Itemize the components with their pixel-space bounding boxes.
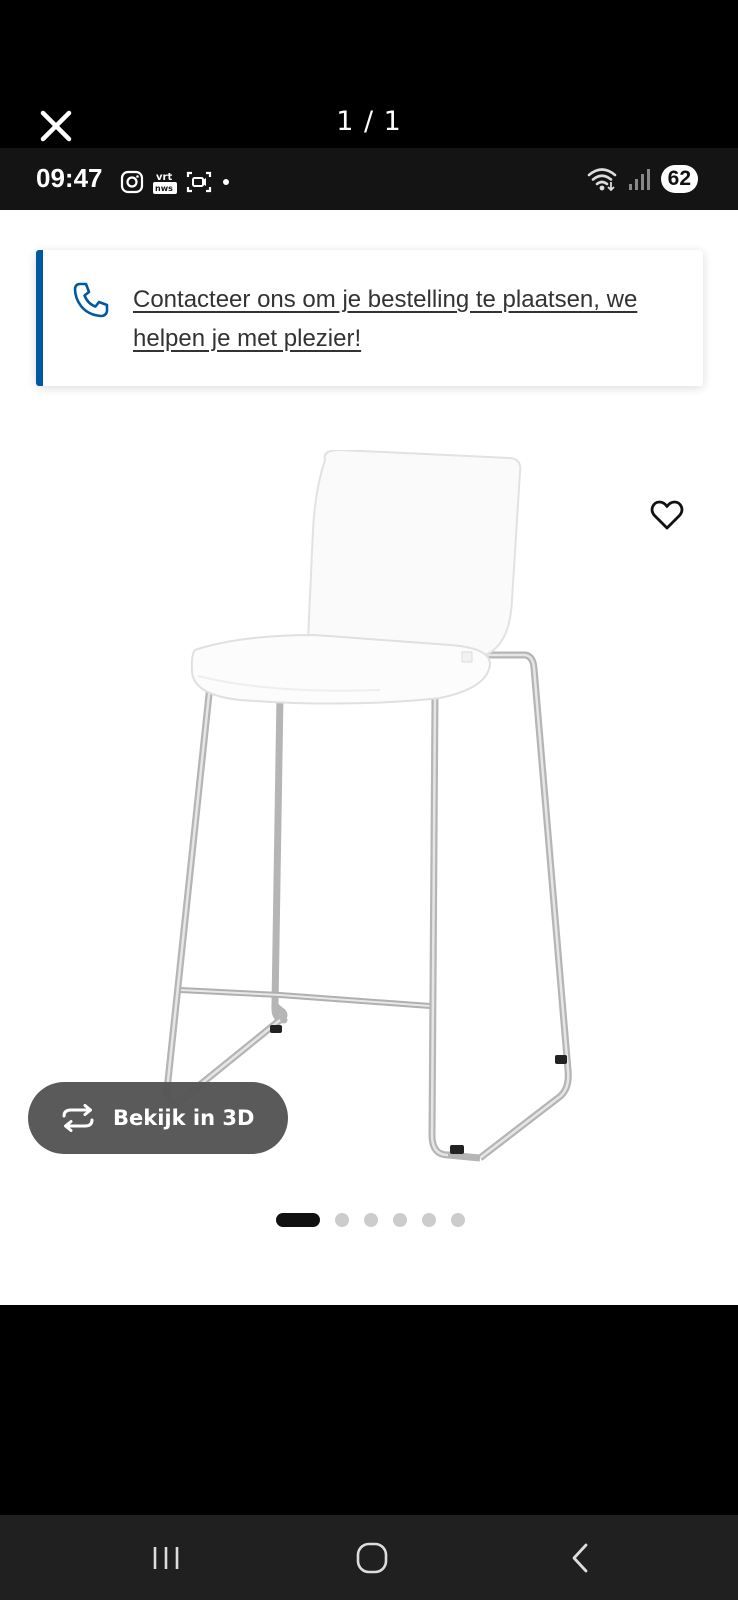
back-button[interactable] [555, 1533, 605, 1583]
carousel-dot[interactable] [422, 1213, 436, 1227]
recent-apps-icon [153, 1547, 179, 1569]
back-icon [572, 1543, 588, 1573]
rotate-3d-icon [62, 1104, 94, 1132]
status-time: 09:47 [36, 163, 103, 193]
carousel-dot[interactable] [364, 1213, 378, 1227]
vrt-nws-icon: vrt nws [153, 172, 177, 194]
viewer-bottom-area [0, 1305, 738, 1515]
screen-recorder-icon [186, 171, 212, 193]
home-icon [356, 1542, 388, 1574]
status-notification-icons: vrt nws [120, 169, 232, 195]
carousel-indicator [276, 1213, 465, 1227]
battery-indicator: 62 [660, 165, 698, 193]
image-counter: 1 / 1 [336, 106, 402, 137]
signal-icon [628, 169, 650, 190]
home-button[interactable] [347, 1533, 397, 1583]
carousel-dot[interactable] [451, 1213, 465, 1227]
carousel-dot[interactable] [276, 1213, 320, 1227]
wifi-icon [587, 168, 616, 192]
status-bar: 09:47 vrt nws 62 [0, 148, 738, 210]
status-system-icons: 62 [587, 165, 698, 193]
navigation-bar [0, 1515, 738, 1600]
phone-icon [73, 282, 109, 318]
notification-dot [223, 179, 229, 185]
viewer-top-bar: 1 / 1 [0, 0, 738, 148]
instagram-icon [120, 170, 144, 194]
svg-text:nws: nws [155, 184, 173, 193]
bar-stool-image [163, 450, 572, 1162]
favorite-button[interactable] [647, 495, 687, 535]
carousel-dot[interactable] [393, 1213, 407, 1227]
recent-apps-button[interactable] [141, 1533, 191, 1583]
view-3d-label: Bekijk in 3D [113, 1106, 255, 1130]
view-3d-button[interactable]: Bekijk in 3D [28, 1082, 288, 1154]
product-page: Contacteer ons om je bestelling te plaat… [0, 210, 738, 1305]
carousel-dot[interactable] [335, 1213, 349, 1227]
svg-text:vrt: vrt [156, 172, 172, 183]
contact-banner[interactable]: Contacteer ons om je bestelling te plaat… [36, 250, 703, 386]
heart-icon [650, 500, 684, 530]
contact-banner-link[interactable]: Contacteer ons om je bestelling te plaat… [133, 280, 693, 358]
